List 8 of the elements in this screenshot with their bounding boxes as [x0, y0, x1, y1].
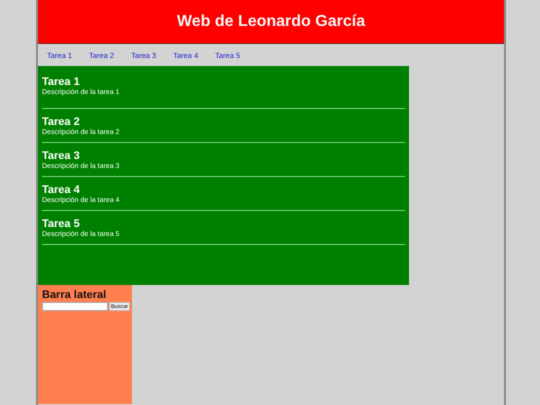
task-title: Tarea 3 [42, 150, 81, 162]
task-title: Tarea 1 [42, 76, 81, 88]
task-title: Tarea 5 [42, 218, 81, 230]
task-title: Tarea 4 [42, 184, 81, 196]
site-title: Web de Leonardo García [176, 12, 366, 30]
sidebar-title: Barra lateral [42, 289, 108, 302]
task-title: Tarea 2 [42, 116, 81, 128]
search-field[interactable] [42, 302, 108, 311]
